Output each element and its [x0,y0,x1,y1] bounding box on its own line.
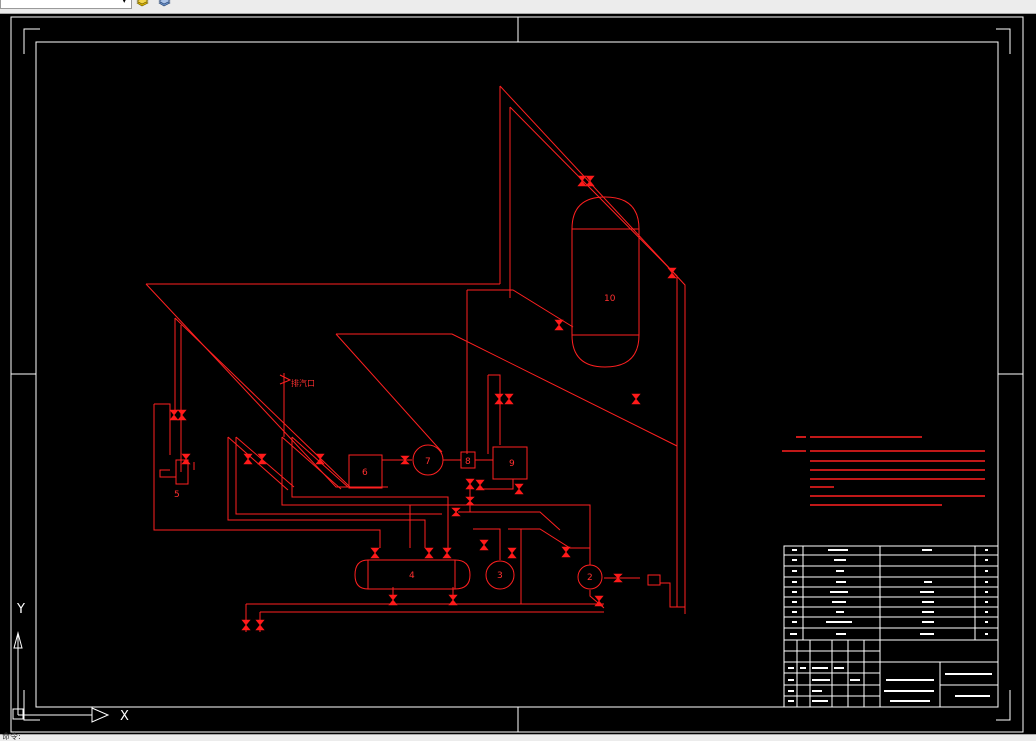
equipment-label-6: 6 [362,468,368,478]
command-line[interactable]: 命令: [0,732,1036,741]
equipment-label-5: 5 [174,490,180,500]
equipment-label-4: 4 [409,571,415,581]
valve-group [169,175,677,631]
exhaust-label: 排汽口 [291,378,315,388]
equipment-label-8: 8 [465,457,471,467]
layer-stack-icon[interactable] [136,0,149,7]
technical-notes [782,436,985,506]
equipment-label-3: 3 [497,571,503,581]
ucs-y-label: Y [16,602,25,617]
steam-trap-icon[interactable] [647,574,661,586]
drawing-canvas[interactable]: 10 4 3 2 7 6 8 9 5 排汽口 Y X [0,13,1036,734]
piping-network [145,85,686,632]
title-block [783,545,999,708]
layer-combo[interactable] [0,0,132,9]
drawing-frame [10,16,1024,733]
equipment-label-7: 7 [425,457,431,467]
layer-properties-icon[interactable] [158,0,171,7]
ucs-icon [12,631,110,723]
chevron-down-icon[interactable]: ▾ [122,0,127,6]
title-block-text [788,549,992,702]
ucs-x-label: X [120,709,129,724]
equipment-label-2: 2 [587,573,593,583]
equipment-label-10: 10 [604,294,616,304]
toolbar: ▾ [0,0,1036,14]
equipment-label-9: 9 [509,459,515,469]
command-prompt: 命令: [2,732,21,741]
tank-10-icon[interactable] [571,196,640,368]
equipment-labels: 10 4 3 2 7 6 8 9 5 排汽口 [174,294,616,583]
ucs-labels: Y X [16,602,129,724]
